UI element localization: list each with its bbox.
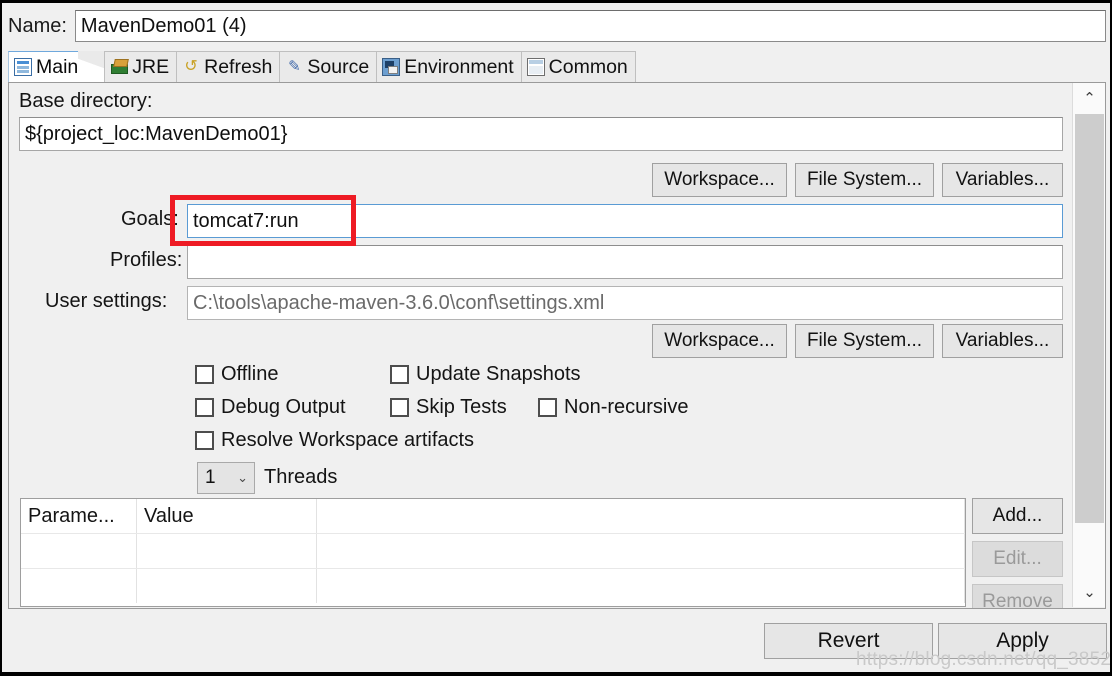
table-row[interactable] bbox=[21, 568, 965, 603]
checkbox-row-2: Debug Output Skip Tests Non-recursive bbox=[195, 396, 688, 419]
name-row: Name: MavenDemo01 (4) bbox=[8, 7, 1106, 45]
threads-dropdown[interactable]: 1 ⌄ bbox=[197, 462, 255, 494]
tab-main-label: Main bbox=[36, 56, 78, 79]
tab-source-label: Source bbox=[307, 56, 369, 79]
scroll-viewport: Base directory: ${project_loc:MavenDemo0… bbox=[9, 83, 1073, 607]
tab-refresh[interactable]: ↺ Refresh bbox=[176, 51, 280, 82]
source-icon: ✎ bbox=[285, 58, 303, 76]
checkbox-update-snapshots-label: Update Snapshots bbox=[416, 363, 581, 386]
checkbox-offline-box[interactable] bbox=[195, 365, 214, 384]
checkbox-offline-label: Offline bbox=[221, 363, 278, 386]
checkbox-debug-output-label: Debug Output bbox=[221, 396, 346, 419]
vertical-scrollbar[interactable]: ⌃ ⌄ bbox=[1072, 83, 1105, 607]
base-variables-button[interactable]: Variables... bbox=[942, 163, 1063, 197]
checkbox-skip-tests[interactable]: Skip Tests bbox=[390, 396, 538, 419]
name-label: Name: bbox=[8, 15, 75, 38]
goals-input[interactable]: tomcat7:run bbox=[187, 204, 1063, 238]
settings-file-system-button[interactable]: File System... bbox=[795, 324, 934, 358]
refresh-icon: ↺ bbox=[182, 58, 200, 76]
run-configuration-dialog: Name: MavenDemo01 (4) Main JRE ↺ Refresh… bbox=[0, 0, 1112, 676]
checkbox-skip-tests-box[interactable] bbox=[390, 398, 409, 417]
environment-icon bbox=[382, 58, 400, 76]
base-file-system-button[interactable]: File System... bbox=[795, 163, 934, 197]
table-cell bbox=[21, 534, 137, 568]
base-workspace-button[interactable]: Workspace... bbox=[652, 163, 787, 197]
table-cell bbox=[21, 569, 137, 603]
tab-main[interactable]: Main bbox=[8, 51, 105, 82]
tab-jre-label: JRE bbox=[132, 56, 169, 79]
common-icon bbox=[527, 58, 545, 76]
chevron-down-icon: ⌄ bbox=[237, 470, 248, 486]
remove-parameter-button: Remove bbox=[972, 584, 1063, 609]
table-cell bbox=[137, 534, 317, 568]
parameters-table-header: Parame... Value bbox=[21, 499, 965, 533]
checkbox-row-3: Resolve Workspace artifacts bbox=[195, 429, 474, 452]
tab-refresh-label: Refresh bbox=[204, 56, 272, 79]
goals-label: Goals: bbox=[121, 208, 179, 231]
parameters-table[interactable]: Parame... Value bbox=[20, 498, 966, 607]
checkbox-resolve-workspace-artifacts[interactable]: Resolve Workspace artifacts bbox=[195, 429, 474, 452]
threads-label: Threads bbox=[264, 466, 337, 489]
checkbox-skip-tests-label: Skip Tests bbox=[416, 396, 507, 419]
checkbox-non-recursive-box[interactable] bbox=[538, 398, 557, 417]
user-settings-label: User settings: bbox=[45, 290, 167, 313]
base-directory-input[interactable]: ${project_loc:MavenDemo01} bbox=[19, 117, 1063, 151]
scroll-up-arrow-icon[interactable]: ⌃ bbox=[1073, 83, 1106, 113]
checkbox-debug-output-box[interactable] bbox=[195, 398, 214, 417]
table-cell bbox=[317, 569, 965, 603]
settings-variables-button[interactable]: Variables... bbox=[942, 324, 1063, 358]
base-directory-label: Base directory: bbox=[19, 90, 152, 113]
threads-value: 1 bbox=[205, 467, 216, 489]
table-cell bbox=[317, 534, 965, 568]
tab-source[interactable]: ✎ Source bbox=[279, 51, 377, 82]
document-icon bbox=[14, 58, 32, 76]
checkbox-update-snapshots[interactable]: Update Snapshots bbox=[390, 363, 581, 386]
settings-workspace-button[interactable]: Workspace... bbox=[652, 324, 787, 358]
scrollbar-thumb[interactable] bbox=[1075, 114, 1104, 523]
table-row[interactable] bbox=[21, 533, 965, 568]
user-settings-input[interactable]: C:\tools\apache-maven-3.6.0\conf\setting… bbox=[187, 286, 1063, 320]
tab-bar: Main JRE ↺ Refresh ✎ Source Environment … bbox=[8, 51, 1106, 83]
checkbox-row-1: Offline Update Snapshots bbox=[195, 363, 581, 386]
tab-common[interactable]: Common bbox=[521, 51, 636, 82]
scroll-down-arrow-icon[interactable]: ⌄ bbox=[1073, 577, 1106, 607]
edit-parameter-button: Edit... bbox=[972, 541, 1063, 577]
tab-environment[interactable]: Environment bbox=[376, 51, 521, 82]
books-icon bbox=[110, 58, 128, 76]
checkbox-debug-output[interactable]: Debug Output bbox=[195, 396, 390, 419]
table-cell bbox=[137, 569, 317, 603]
main-tab-content: Base directory: ${project_loc:MavenDemo0… bbox=[8, 83, 1106, 609]
checkbox-resolve-workspace-artifacts-label: Resolve Workspace artifacts bbox=[221, 429, 474, 452]
checkbox-update-snapshots-box[interactable] bbox=[390, 365, 409, 384]
tab-environment-label: Environment bbox=[404, 56, 513, 79]
name-input[interactable]: MavenDemo01 (4) bbox=[75, 10, 1106, 42]
column-header-extra[interactable] bbox=[317, 499, 965, 533]
checkbox-non-recursive-label: Non-recursive bbox=[564, 396, 688, 419]
checkbox-non-recursive[interactable]: Non-recursive bbox=[538, 396, 688, 419]
column-header-parameter[interactable]: Parame... bbox=[21, 499, 137, 533]
watermark-text: https://blog.csdn.net/qq_38526573 bbox=[856, 649, 1112, 671]
checkbox-resolve-workspace-artifacts-box[interactable] bbox=[195, 431, 214, 450]
tab-jre[interactable]: JRE bbox=[104, 51, 177, 82]
column-header-value[interactable]: Value bbox=[137, 499, 317, 533]
checkbox-offline[interactable]: Offline bbox=[195, 363, 390, 386]
profiles-input[interactable] bbox=[187, 245, 1063, 279]
tab-common-label: Common bbox=[549, 56, 628, 79]
add-parameter-button[interactable]: Add... bbox=[972, 498, 1063, 534]
profiles-label: Profiles: bbox=[110, 249, 182, 272]
